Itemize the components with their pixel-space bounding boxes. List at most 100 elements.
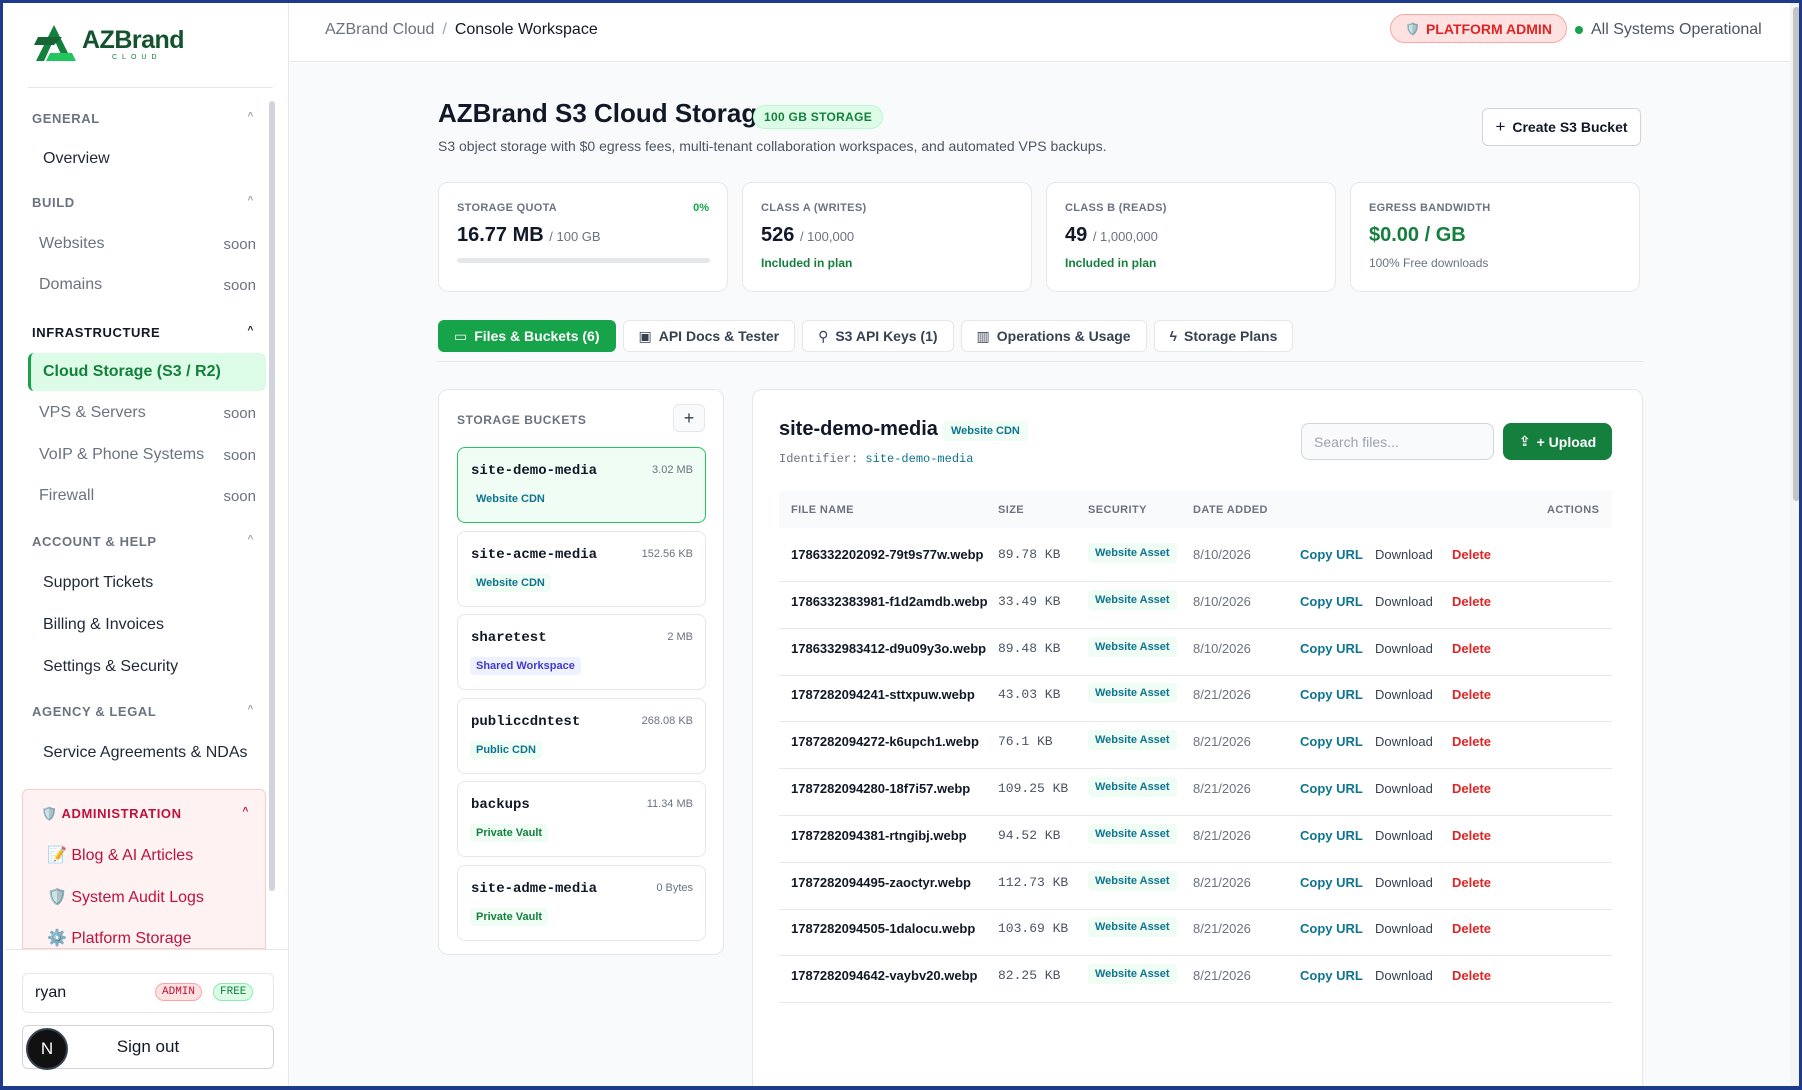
sidebar-item-agreements[interactable]: Service Agreements & NDAs [28,734,266,772]
copy-url-button[interactable]: Copy URL [1300,687,1363,702]
download-button[interactable]: Download [1375,547,1433,562]
copy-url-button[interactable]: Copy URL [1300,828,1363,843]
sidebar-item-support[interactable]: Support Tickets [28,564,266,602]
delete-button[interactable]: Delete [1452,687,1491,702]
file-name: 1787282094280-18f7i57.webp [791,781,971,796]
delete-button[interactable]: Delete [1452,594,1491,609]
sidebar-item-label: Support Tickets [43,574,154,591]
download-button[interactable]: Download [1375,828,1433,843]
create-bucket-label: Create S3 Bucket [1512,119,1628,135]
sidebar-item-overview[interactable]: Overview [28,140,266,178]
platform-admin-badge[interactable]: 🛡️ PLATFORM ADMIN [1390,14,1567,43]
bucket-card[interactable]: backups 11.34 MB Private Vault [457,781,706,857]
tab-api-docs[interactable]: ▣ API Docs & Tester [622,320,796,352]
add-bucket-button[interactable]: + [673,404,705,432]
bucket-card[interactable]: sharetest 2 MB Shared Workspace [457,614,706,690]
delete-button[interactable]: Delete [1452,641,1491,656]
copy-url-button[interactable]: Copy URL [1300,734,1363,749]
download-button[interactable]: Download [1375,687,1433,702]
download-button[interactable]: Download [1375,968,1433,983]
column-header-name[interactable]: FILE NAME [791,504,854,516]
sidebar-item-blog[interactable]: 📝 Blog & AI Articles [47,845,193,865]
copy-url-button[interactable]: Copy URL [1300,781,1363,796]
user-card[interactable]: ryan ADMIN FREE [22,973,274,1013]
sidebar-item-voip[interactable]: VoIP & Phone Systems soon [28,436,266,474]
create-bucket-button[interactable]: + Create S3 Bucket [1482,108,1641,146]
soon-tag: soon [223,235,256,253]
sidebar-item-platform-storage[interactable]: ⚙️ Platform Storage [47,928,191,948]
column-header-date[interactable]: DATE ADDED [1193,504,1268,516]
bucket-card[interactable]: site-demo-media 3.02 MB Website CDN [457,447,706,523]
bucket-card[interactable]: publiccdntest 268.08 KB Public CDN [457,697,706,774]
quota-progress-bar [457,258,710,263]
user-name: ryan [35,984,67,1001]
download-button[interactable]: Download [1375,734,1433,749]
storage-badge: 100 GB STORAGE [753,105,884,129]
delete-button[interactable]: Delete [1452,828,1491,843]
download-button[interactable]: Download [1375,921,1433,936]
sidebar-item-billing[interactable]: Billing & Invoices [28,606,266,644]
download-button[interactable]: Download [1375,594,1433,609]
column-header-security[interactable]: SECURITY [1088,504,1147,516]
column-header-size[interactable]: SIZE [998,504,1024,516]
main-scrollbar-thumb[interactable] [1793,7,1799,501]
search-files-input[interactable] [1301,423,1494,460]
section-build[interactable]: BUILD ^ [32,195,254,210]
role-badge: ADMIN [155,983,203,1001]
delete-button[interactable]: Delete [1452,921,1491,936]
download-button[interactable]: Download [1375,641,1433,656]
shield-icon: 🛡️ [1405,21,1420,36]
delete-button[interactable]: Delete [1452,968,1491,983]
table-row[interactable]: 1787282094642-vaybv20.webp 82.25 KB Websit… [779,949,1612,1004]
bucket-tag: Public CDN [470,740,542,759]
sidebar-item-audit[interactable]: 🛡️ System Audit Logs [47,887,204,907]
delete-button[interactable]: Delete [1452,781,1491,796]
section-account[interactable]: ACCOUNT & HELP ^ [32,534,254,549]
tab-storage-plans[interactable]: ϟ Storage Plans [1153,320,1294,352]
sidebar-scrollbar[interactable] [269,101,275,891]
delete-button[interactable]: Delete [1452,734,1491,749]
section-administration[interactable]: 🛡️ ADMINISTRATION ^ [41,806,249,822]
copy-url-button[interactable]: Copy URL [1300,594,1363,609]
copy-url-button[interactable]: Copy URL [1300,968,1363,983]
sidebar-item-settings[interactable]: Settings & Security [28,648,266,686]
stat-label: CLASS B (READS) [1065,202,1167,214]
copy-url-button[interactable]: Copy URL [1300,875,1363,890]
section-general[interactable]: GENERAL ^ [32,111,254,126]
brand-logo[interactable]: AZBrand CLOUD [32,21,282,69]
sidebar-item-domains[interactable]: Domains soon [28,266,266,304]
bucket-tag: Shared Workspace [470,657,581,675]
bucket-title: site-demo-media [779,418,938,440]
sidebar-item-websites[interactable]: Websites soon [28,225,266,263]
bucket-name: sharetest [471,630,547,646]
bucket-size: 152.56 KB [641,547,693,560]
bucket-size: 2 MB [667,631,693,643]
platform-admin-label: PLATFORM ADMIN [1425,20,1552,37]
bucket-tag: Private Vault [470,907,549,926]
sidebar-item-vps[interactable]: VPS & Servers soon [28,394,266,432]
main-scrollbar[interactable] [1790,3,1799,1086]
delete-button[interactable]: Delete [1452,875,1491,890]
breadcrumb-current: Console Workspace [454,21,598,38]
avatar[interactable]: N [26,1028,68,1070]
sidebar-item-cloud-storage[interactable]: Cloud Storage (S3 / R2) [28,353,266,391]
download-button[interactable]: Download [1375,875,1433,890]
stat-sub: 100% Free downloads [1369,256,1489,270]
tab-files-buckets[interactable]: ▭ Files & Buckets (6) [438,320,616,352]
tab-api-keys[interactable]: ⚲ S3 API Keys (1) [802,320,954,352]
file-size: 89.48 KB [998,640,1061,656]
copy-url-button[interactable]: Copy URL [1300,547,1363,562]
download-button[interactable]: Download [1375,781,1433,796]
delete-button[interactable]: Delete [1452,547,1491,562]
breadcrumb-root[interactable]: AZBrand Cloud [325,21,434,38]
copy-url-button[interactable]: Copy URL [1300,641,1363,656]
sidebar-item-firewall[interactable]: Firewall soon [28,477,266,515]
bucket-card[interactable]: site-adme-media 0 Bytes Private Vault [457,864,706,941]
tab-operations[interactable]: ▥ Operations & Usage [960,320,1147,352]
copy-url-button[interactable]: Copy URL [1300,921,1363,936]
upload-button[interactable]: ⇪ + Upload [1503,423,1612,460]
section-infrastructure[interactable]: INFRASTRUCTURE ^ [32,325,254,340]
section-agency[interactable]: AGENCY & LEGAL ^ [32,704,254,719]
bucket-card[interactable]: site-acme-media 152.56 KB Website CDN [457,530,706,607]
main-content: AZBrand S3 Cloud Storage 100 GB STORAGE … [290,63,1790,1086]
